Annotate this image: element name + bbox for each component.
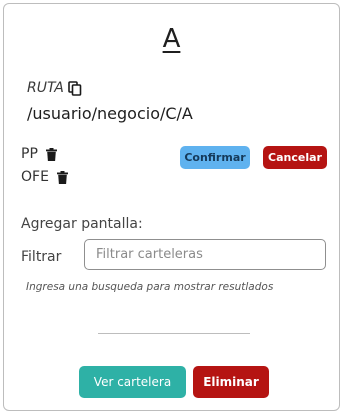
screen-item: OFE — [21, 169, 68, 185]
delete-button[interactable]: Eliminar — [193, 366, 269, 398]
route-path: /usuario/negocio/C/A — [27, 104, 193, 123]
billboard-card: A RUTA /usuario/negocio/C/A PP OFE Confi… — [3, 3, 340, 411]
screen-name: PP — [21, 146, 38, 162]
screen-name: OFE — [21, 169, 49, 185]
cancel-button[interactable]: Cancelar — [263, 146, 327, 169]
copy-icon[interactable] — [68, 80, 82, 96]
filter-label: Filtrar — [21, 249, 62, 265]
search-hint: Ingresa una busqueda para mostrar resutl… — [26, 281, 274, 293]
confirm-button[interactable]: Confirmar — [180, 146, 250, 169]
card-title: A — [162, 24, 181, 54]
add-screen-label: Agregar pantalla: — [21, 216, 143, 232]
route-label-row: RUTA — [27, 80, 82, 96]
view-billboard-button[interactable]: Ver cartelera — [79, 366, 186, 398]
route-label: RUTA — [27, 80, 64, 96]
filter-input[interactable] — [84, 239, 326, 270]
divider — [98, 333, 250, 334]
trash-icon[interactable] — [45, 147, 57, 161]
screen-item: PP — [21, 146, 57, 162]
trash-icon[interactable] — [56, 170, 68, 184]
